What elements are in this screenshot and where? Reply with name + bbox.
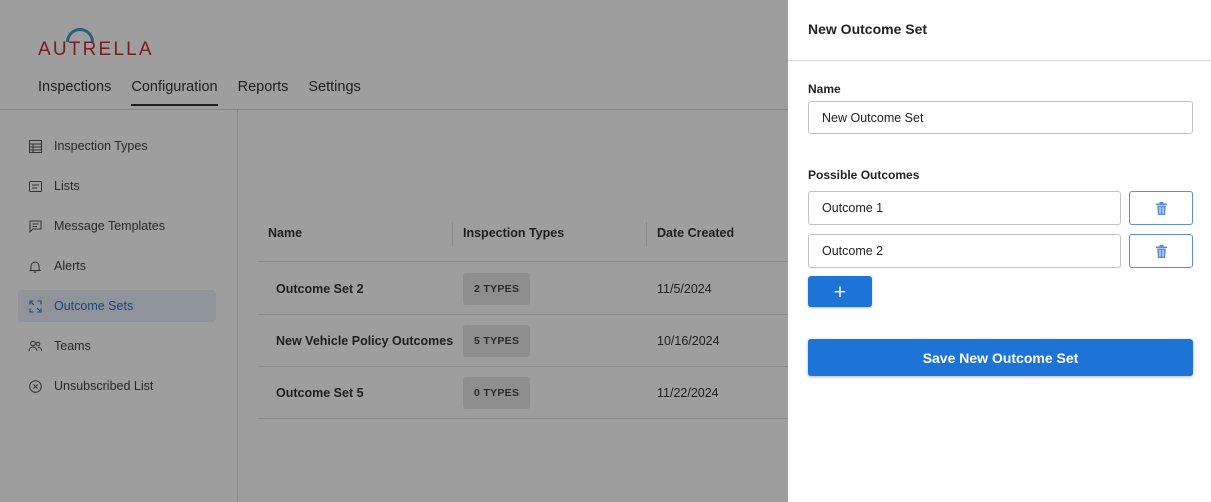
outcome-input[interactable] xyxy=(808,191,1121,225)
drawer-title: New Outcome Set xyxy=(808,21,928,37)
new-outcome-set-drawer: New Outcome Set Name Possible Outcomes +… xyxy=(788,0,1211,502)
trash-icon xyxy=(1155,201,1167,215)
possible-outcomes-label: Possible Outcomes xyxy=(808,168,920,182)
name-input[interactable] xyxy=(808,101,1193,134)
delete-outcome-button[interactable] xyxy=(1129,234,1193,268)
add-outcome-button[interactable]: + xyxy=(808,276,872,307)
trash-icon xyxy=(1155,244,1167,258)
drawer-divider xyxy=(788,60,1211,61)
delete-outcome-button[interactable] xyxy=(1129,191,1193,225)
outcome-input[interactable] xyxy=(808,234,1121,268)
name-label: Name xyxy=(808,82,841,96)
save-outcome-set-button[interactable]: Save New Outcome Set xyxy=(808,339,1193,376)
